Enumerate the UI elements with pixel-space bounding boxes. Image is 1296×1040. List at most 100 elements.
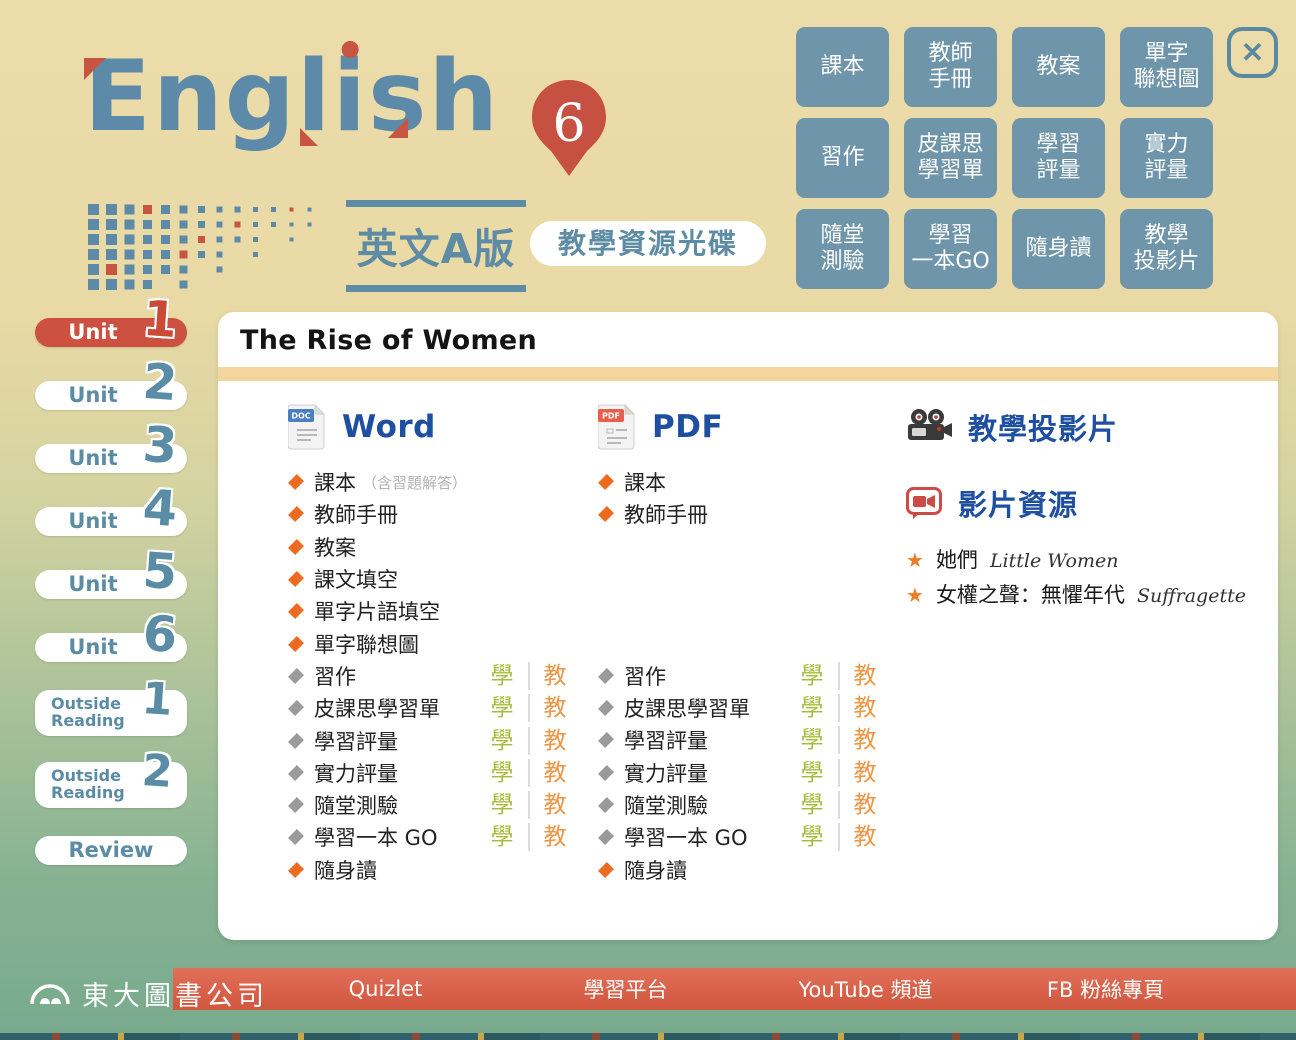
sidebar-item-unit-3[interactable]: Unit 3 [35,444,187,473]
nav-button-learning-assessment[interactable]: 學習 評量 [1012,118,1105,198]
item-label: 習作 [314,661,356,691]
learn-link[interactable]: 學 [786,694,838,722]
pdf-column: PDF PDF 課本 教師手冊 習作學教 皮課思學習單學教 學習評量學教 實力評… [598,402,890,886]
word-heading: Word [342,409,436,445]
pdf-item-list: 課本 教師手冊 習作學教 皮課思學習單學教 學習評量學教 實力評量學教 隨堂測驗… [598,466,890,886]
nav-button-lesson-plan[interactable]: 教案 [1012,27,1105,107]
teach-link[interactable]: 教 [528,662,580,690]
svg-text:DOC: DOC [291,412,310,421]
slides-heading: 教學投影片 [968,406,1118,448]
resource-nav-grid: 課本 教師 手冊 教案 單字 聯想圖 習作 皮課思 學習單 學習 評量 實力 評… [796,27,1213,289]
dot-pattern-decoration [88,204,333,299]
sidebar-item-unit-5[interactable]: Unit 5 [35,570,187,599]
item-label[interactable]: 隨身讀 [624,855,687,885]
learn-link[interactable]: 學 [476,694,528,722]
nav-button-ability-assessment[interactable]: 實力 評量 [1120,118,1213,198]
diamond-bullet [598,700,614,716]
footer-link-facebook[interactable]: FB 粉絲專頁 [993,968,1218,1010]
publisher-name: 東大圖書公司 [82,974,268,1013]
nav-button-word-map[interactable]: 單字 聯想圖 [1120,27,1213,107]
teach-link[interactable]: 教 [838,759,890,787]
footer-link-quizlet[interactable]: Quizlet [273,968,498,1010]
sidebar-item-unit-4[interactable]: Unit 4 [35,507,187,536]
footer-link-learning-platform[interactable]: 學習平台 [513,968,738,1010]
teach-link[interactable]: 教 [528,694,580,722]
learn-link[interactable]: 學 [476,662,528,690]
learn-link[interactable]: 學 [786,662,838,690]
diamond-bullet [288,571,304,587]
teach-link[interactable]: 教 [838,823,890,851]
close-button[interactable]: ✕ [1227,27,1278,78]
footer-link-youtube[interactable]: YouTube 頻道 [753,968,978,1010]
item-label[interactable]: 教師手冊 [314,499,398,529]
learn-link[interactable]: 學 [786,791,838,819]
item-label[interactable]: 教案 [314,532,356,562]
item-label[interactable]: 單字聯想圖 [314,629,419,659]
video-resources-heading: 影片資源 [958,482,1078,524]
media-column: 教學投影片 影片資源 ★ 她們 Little Women ★ [906,402,1246,614]
movie-item[interactable]: ★ 女權之聲：無懼年代 Suffragette [906,579,1246,614]
movie-english-title: Suffragette [1137,585,1246,607]
learn-link[interactable]: 學 [476,727,528,755]
diamond-bullet [598,797,614,813]
movie-title: 她們 [936,544,978,574]
teach-link[interactable]: 教 [528,759,580,787]
sidebar-item-outside-reading-2[interactable]: Outside Reading 2 [35,762,187,808]
item-label: 學習評量 [314,726,398,756]
nav-button-workbook[interactable]: 習作 [796,118,889,198]
learn-link[interactable]: 學 [786,823,838,851]
item-label: 學習一本 GO [624,822,747,852]
list-item: 習作 學教 [288,660,580,692]
nav-button-pirls-worksheet[interactable]: 皮課思 學習單 [904,118,997,198]
english-logo: English [84,48,500,146]
teach-link[interactable]: 教 [528,791,580,819]
edition-label: 英文A版 [346,200,526,292]
item-label[interactable]: 單字片語填空 [314,596,440,626]
nav-button-teaching-slides[interactable]: 教學 投影片 [1120,209,1213,289]
slides-header[interactable]: 教學投影片 [906,402,1246,452]
word-column: DOC Word 課本（含習題解答） 教師手冊 教案 課文填空 單字片語填空 單… [288,402,580,886]
sidebar-item-outside-reading-1[interactable]: Outside Reading 1 [35,690,187,736]
footer-link-bar: Quizlet 學習平台 YouTube 頻道 FB 粉絲專頁 [173,968,1296,1010]
learn-link[interactable]: 學 [476,759,528,787]
diamond-bullet [598,829,614,845]
item-label[interactable]: 課文填空 [314,564,398,594]
diamond-bullet [598,474,614,490]
logo-part: Engl [84,40,332,154]
learn-link[interactable]: 學 [786,759,838,787]
list-item: 習作學教 [598,660,890,692]
item-label[interactable]: 課本 [314,467,356,497]
sidebar-item-review[interactable]: Review [35,836,187,865]
movie-title: 女權之聲：無懼年代 [936,579,1125,609]
teach-link[interactable]: 教 [838,694,890,722]
movie-item[interactable]: ★ 她們 Little Women [906,544,1246,579]
nav-button-study-go[interactable]: 學習 一本GO [904,209,997,289]
footer-links: Quizlet 學習平台 YouTube 頻道 FB 粉絲專頁 [273,968,1218,1010]
learn-link[interactable]: 學 [476,823,528,851]
diamond-bullet [288,603,304,619]
sidebar-item-unit-1[interactable]: Unit 1 [35,318,187,347]
nav-button-teacher-manual[interactable]: 教師 手冊 [904,27,997,107]
sidebar-item-number: 5 [141,546,178,597]
learn-link[interactable]: 學 [786,726,838,754]
nav-button-quiz[interactable]: 隨堂 測驗 [796,209,889,289]
item-label[interactable]: 課本 [624,467,666,497]
teach-link[interactable]: 教 [838,726,890,754]
teach-link[interactable]: 教 [838,662,890,690]
item-label[interactable]: 隨身讀 [314,855,377,885]
svg-text:PDF: PDF [602,412,620,421]
list-item: 教案 [288,531,580,563]
sidebar-item-unit-2[interactable]: Unit 2 [35,381,187,410]
item-label[interactable]: 教師手冊 [624,499,708,529]
teach-link[interactable]: 教 [838,791,890,819]
nav-button-pocket-reader[interactable]: 隨身讀 [1012,209,1105,289]
teach-link[interactable]: 教 [528,727,580,755]
disc-title-pill: 教學資源光碟 [530,221,766,266]
teach-link[interactable]: 教 [528,823,580,851]
doc-file-icon: DOC [288,404,326,450]
sidebar-item-unit-6[interactable]: Unit 6 [35,633,187,662]
learn-link[interactable]: 學 [476,791,528,819]
list-item: 教師手冊 [598,498,890,530]
nav-button-textbook[interactable]: 課本 [796,27,889,107]
video-resources-header: 影片資源 [906,478,1246,528]
